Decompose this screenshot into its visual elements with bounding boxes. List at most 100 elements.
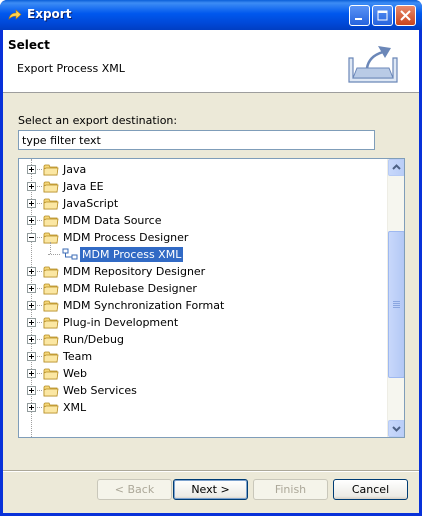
tree-connector — [37, 271, 42, 272]
close-icon — [400, 10, 411, 21]
scroll-thumb[interactable] — [388, 231, 404, 378]
folder-icon — [43, 367, 59, 380]
tree-item[interactable]: XML — [19, 399, 385, 416]
folder-icon — [43, 316, 59, 329]
folder-icon — [43, 163, 59, 176]
thumb-grip — [393, 307, 400, 308]
cancel-button[interactable]: Cancel — [333, 479, 408, 500]
tree-connector — [37, 186, 42, 187]
expand-toggle-icon[interactable] — [27, 318, 36, 327]
expand-toggle-icon[interactable] — [27, 267, 36, 276]
filter-input[interactable] — [18, 130, 375, 150]
page-title: Select — [8, 38, 50, 52]
tree-item[interactable]: Team — [19, 348, 385, 365]
tree-item[interactable]: MDM Process Designer — [19, 229, 385, 246]
folder-icon — [43, 231, 59, 244]
tree-item-label: Run/Debug — [63, 333, 124, 346]
destination-tree[interactable]: Java Java EE JavaScript MDM Data Source MDM … — [18, 158, 405, 438]
tree-item-label: XML — [63, 401, 87, 414]
expand-toggle-icon[interactable] — [27, 403, 36, 412]
expand-toggle-icon[interactable] — [27, 199, 36, 208]
expand-toggle-icon[interactable] — [27, 352, 36, 361]
tree-item-label: Java — [63, 163, 87, 176]
tree-connector — [37, 305, 42, 306]
tree-item[interactable]: MDM Repository Designer — [19, 263, 385, 280]
export-arrow-icon — [8, 9, 22, 20]
tree-connector — [37, 203, 42, 204]
page-description: Export Process XML — [17, 62, 125, 75]
tree-item-label: Team — [63, 350, 93, 363]
scroll-down-button[interactable] — [388, 420, 404, 437]
tree-item[interactable]: MDM Rulebase Designer — [19, 280, 385, 297]
destination-prompt: Select an export destination: — [18, 114, 178, 127]
folder-icon — [43, 214, 59, 227]
expand-toggle-icon[interactable] — [27, 284, 36, 293]
tree-item[interactable]: MDM Data Source — [19, 212, 385, 229]
tree-connector — [37, 220, 42, 221]
expand-toggle-icon[interactable] — [27, 369, 36, 378]
tree-item[interactable]: Run/Debug — [19, 331, 385, 348]
expand-toggle-icon[interactable] — [27, 182, 36, 191]
wizard-header: Select Export Process XML — [3, 30, 419, 93]
tree-item[interactable]: Plug-in Development — [19, 314, 385, 331]
folder-icon — [43, 401, 59, 414]
maximize-icon — [377, 10, 388, 21]
tree-item[interactable]: MDM Synchronization Format — [19, 297, 385, 314]
expand-toggle-icon[interactable] — [27, 216, 36, 225]
chevron-down-icon — [392, 426, 401, 432]
tree-item-label: MDM Process XML — [80, 247, 184, 262]
tree-connector — [37, 339, 42, 340]
tree-connector — [37, 356, 42, 357]
tree-item-label: Plug-in Development — [63, 316, 179, 329]
tree-item-label: Web Services — [63, 384, 137, 397]
folder-icon — [43, 197, 59, 210]
expand-toggle-icon[interactable] — [27, 165, 36, 174]
button-bar-separator — [3, 470, 419, 472]
minimize-button[interactable] — [349, 5, 370, 26]
tree-viewport: Java Java EE JavaScript MDM Data Source MDM … — [19, 159, 385, 437]
tree-item[interactable]: Java — [19, 161, 385, 178]
vertical-scrollbar[interactable] — [387, 159, 404, 437]
tree-item[interactable]: Web — [19, 365, 385, 382]
tree-item-label: MDM Repository Designer — [63, 265, 206, 278]
expand-toggle-icon[interactable] — [27, 386, 36, 395]
folder-icon — [43, 384, 59, 397]
tree-item-label: Java EE — [63, 180, 104, 193]
tree-connector — [37, 288, 42, 289]
tree-connector — [37, 390, 42, 391]
close-button[interactable] — [395, 5, 416, 26]
title-bar[interactable]: Export — [0, 0, 422, 30]
maximize-button[interactable] — [372, 5, 393, 26]
folder-icon — [43, 333, 59, 346]
chevron-up-icon — [392, 164, 401, 170]
tree-item[interactable]: JavaScript — [19, 195, 385, 212]
tree-item-label: MDM Process Designer — [63, 231, 189, 244]
tree-item[interactable]: Web Services — [19, 382, 385, 399]
tree-item[interactable]: MDM Process XML — [19, 246, 385, 263]
export-wizard-icon — [348, 46, 398, 83]
tree-item[interactable]: Java EE — [19, 178, 385, 195]
scroll-up-button[interactable] — [388, 159, 404, 176]
export-dialog: Export Select Export Process XML Select … — [0, 0, 422, 516]
tree-connector — [37, 322, 42, 323]
folder-icon — [43, 265, 59, 278]
tree-item-label: MDM Rulebase Designer — [63, 282, 197, 295]
tree-connector — [48, 254, 60, 255]
collapse-toggle-icon[interactable] — [27, 233, 36, 242]
tree-connector — [37, 407, 42, 408]
expand-toggle-icon[interactable] — [27, 301, 36, 310]
back-button[interactable]: < Back — [97, 479, 172, 500]
minimize-icon — [355, 18, 362, 20]
folder-icon — [43, 350, 59, 363]
dialog-body: Select Export Process XML Select an expo… — [3, 30, 419, 513]
thumb-grip — [393, 303, 400, 304]
window-title: Export — [27, 7, 72, 21]
tree-connector — [37, 237, 42, 238]
tree-connector — [50, 242, 51, 254]
tree-item-label: MDM Data Source — [63, 214, 162, 227]
finish-button[interactable]: Finish — [253, 479, 328, 500]
next-button[interactable]: Next > — [173, 479, 248, 500]
expand-toggle-icon[interactable] — [27, 335, 36, 344]
folder-icon — [43, 299, 59, 312]
folder-icon — [43, 282, 59, 295]
